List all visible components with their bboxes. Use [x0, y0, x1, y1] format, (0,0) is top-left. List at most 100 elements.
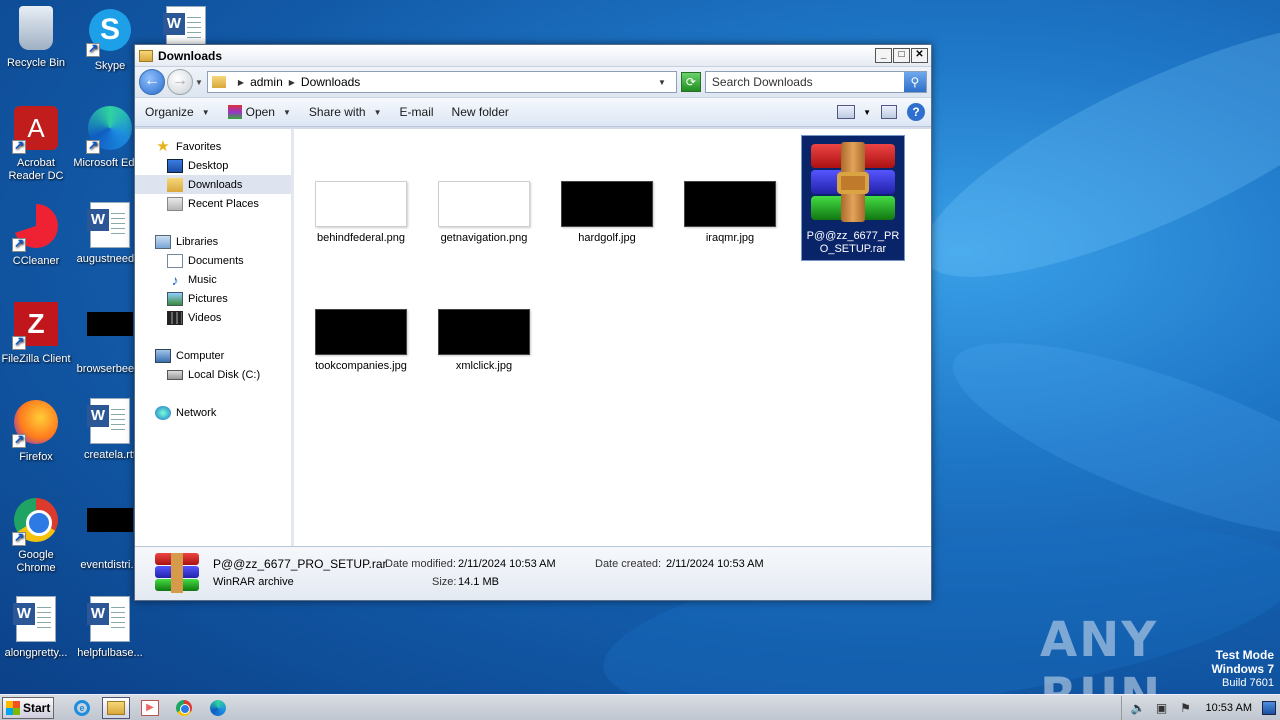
nav-label: Desktop	[188, 159, 229, 172]
clock[interactable]: 10:53 AM	[1206, 702, 1252, 714]
open-button[interactable]: Open ▼	[227, 105, 291, 119]
breadcrumb-downloads[interactable]: Downloads	[301, 75, 360, 89]
window-title: Downloads	[158, 48, 223, 63]
change-view-icon[interactable]	[837, 105, 856, 119]
chevron-right-icon[interactable]: ▶	[289, 78, 295, 87]
chrome-icon	[176, 699, 192, 716]
file-name: getnavigation.png	[440, 232, 528, 244]
window-titlebar[interactable]: Downloads _ □ ✕	[135, 45, 931, 67]
edge-icon	[86, 106, 134, 154]
address-bar[interactable]: ▶ admin ▶ Downloads ▼	[206, 71, 677, 93]
chevron-down-icon[interactable]: ▼	[863, 108, 871, 117]
videos-icon	[167, 310, 183, 325]
desktop-icon-chrome[interactable]: Google Chrome	[0, 496, 74, 575]
preview-pane-icon[interactable]	[881, 105, 897, 119]
forward-button[interactable]: →	[167, 69, 193, 95]
new-folder-button[interactable]: New folder	[452, 105, 509, 119]
build-label: Build 7601	[1222, 677, 1274, 689]
music-icon: ♪	[171, 271, 179, 288]
nav-recent-places[interactable]: Recent Places	[135, 194, 291, 213]
folder-icon	[211, 76, 226, 88]
image-thumbnail	[561, 181, 653, 227]
chevron-down-icon[interactable]: ▼	[658, 78, 666, 87]
minimize-button[interactable]: _	[875, 48, 892, 63]
start-button[interactable]: Start	[2, 696, 54, 719]
close-button[interactable]: ✕	[911, 48, 928, 63]
desktop-icon-label: CCleaner	[12, 255, 60, 267]
search-icon[interactable]: ⚲	[903, 72, 926, 92]
details-size: 14.1 MB	[458, 576, 499, 588]
chevron-right-icon[interactable]: ▶	[238, 78, 244, 87]
taskbar-media-player[interactable]: ▶	[136, 697, 164, 719]
desktop-icon-label: helpfulbase...	[77, 647, 143, 659]
start-label: Start	[23, 700, 51, 715]
navigation-pane: ★ Favorites Desktop Downloads Recent Plac…	[135, 129, 294, 546]
file-item[interactable]: hardgolf.jpg	[552, 181, 662, 244]
recent-pages-dropdown[interactable]: ▼	[195, 78, 203, 87]
documents-icon	[167, 253, 183, 268]
nav-label: Videos	[188, 311, 222, 324]
word-document-icon	[86, 398, 134, 446]
file-item-selected[interactable]: P@@zz_6677_PRO_SETUP.rar	[801, 135, 905, 261]
volume-icon[interactable]: 🔈	[1131, 701, 1146, 715]
file-item[interactable]: xmlclick.jpg	[429, 309, 539, 372]
nav-computer[interactable]: Computer	[135, 346, 291, 365]
taskbar-edge[interactable]	[204, 697, 232, 719]
action-center-flag-icon[interactable]: ⚑	[1179, 701, 1193, 715]
desktop-icon-ccleaner[interactable]: CCleaner	[0, 202, 74, 268]
file-item[interactable]: behindfederal.png	[306, 181, 416, 244]
pictures-icon	[167, 291, 183, 306]
chevron-down-icon: ▼	[373, 107, 382, 117]
test-mode-watermark: Test Mode Windows 7 Build 7601	[1211, 648, 1274, 690]
taskbar: Start e ▶ 🔈 ▣ ⚑ 10:53 AM	[0, 694, 1280, 720]
details-date-created-label: Date created:	[595, 558, 662, 570]
organize-label: Organize	[145, 105, 194, 119]
os-label: Windows 7	[1211, 662, 1274, 676]
desktop-icon-filezilla[interactable]: Z FileZilla Client	[0, 300, 74, 366]
ccleaner-icon	[12, 204, 60, 252]
open-label: Open	[245, 105, 275, 119]
nav-music[interactable]: ♪ Music	[135, 270, 291, 289]
maximize-button[interactable]: □	[893, 48, 910, 63]
nav-videos[interactable]: Videos	[135, 308, 291, 327]
desktop-icon-recycle-bin[interactable]: Recycle Bin	[0, 6, 74, 70]
taskbar-explorer[interactable]	[102, 696, 130, 719]
nav-network[interactable]: Network	[135, 403, 291, 422]
acrobat-icon: A	[12, 106, 60, 154]
image-file-icon	[86, 508, 134, 556]
nav-downloads[interactable]: Downloads	[135, 175, 291, 194]
taskbar-chrome[interactable]	[170, 697, 198, 719]
file-item[interactable]: getnavigation.png	[429, 181, 539, 244]
desktop-icon-alongpretty[interactable]: alongpretty...	[0, 596, 74, 660]
refresh-button[interactable]: ⟳	[680, 72, 701, 92]
taskbar-internet-explorer[interactable]: e	[68, 697, 96, 719]
file-item[interactable]: tookcompanies.jpg	[306, 309, 416, 372]
file-item[interactable]: iraqmr.jpg	[675, 181, 785, 244]
nav-label: Favorites	[176, 140, 222, 153]
winrar-icon	[227, 105, 242, 119]
desktop-icon-label: FileZilla Client	[1, 353, 71, 365]
desktop-icon-acrobat[interactable]: A Acrobat Reader DC	[0, 104, 74, 183]
show-desktop-button[interactable]	[1262, 700, 1276, 715]
back-button[interactable]: ←	[139, 69, 165, 95]
help-icon[interactable]: ?	[907, 103, 925, 121]
organize-button[interactable]: Organize ▼	[145, 105, 210, 119]
network-tray-icon[interactable]: ▣	[1155, 701, 1169, 715]
nav-label: Libraries	[176, 235, 219, 248]
search-input[interactable]: Search Downloads ⚲	[704, 71, 927, 93]
desktop-icon-firefox[interactable]: Firefox	[0, 398, 74, 464]
nav-desktop[interactable]: Desktop	[135, 156, 291, 175]
nav-local-disk[interactable]: Local Disk (C:)	[135, 365, 291, 384]
nav-label: Pictures	[188, 292, 228, 305]
breadcrumb-admin[interactable]: admin	[250, 75, 283, 89]
details-pane: P@@zz_6677_PRO_SETUP.rar WinRAR archive …	[135, 546, 931, 600]
desktop-icon-helpfulbase[interactable]: helpfulbase...	[72, 596, 148, 660]
chevron-down-icon: ▼	[282, 107, 291, 117]
nav-favorites[interactable]: ★ Favorites	[135, 137, 291, 156]
nav-libraries[interactable]: Libraries	[135, 232, 291, 251]
nav-pictures[interactable]: Pictures	[135, 289, 291, 308]
desktop-icon	[167, 158, 183, 173]
share-with-button[interactable]: Share with ▼	[309, 105, 382, 119]
nav-documents[interactable]: Documents	[135, 251, 291, 270]
email-button[interactable]: E-mail	[400, 105, 434, 119]
